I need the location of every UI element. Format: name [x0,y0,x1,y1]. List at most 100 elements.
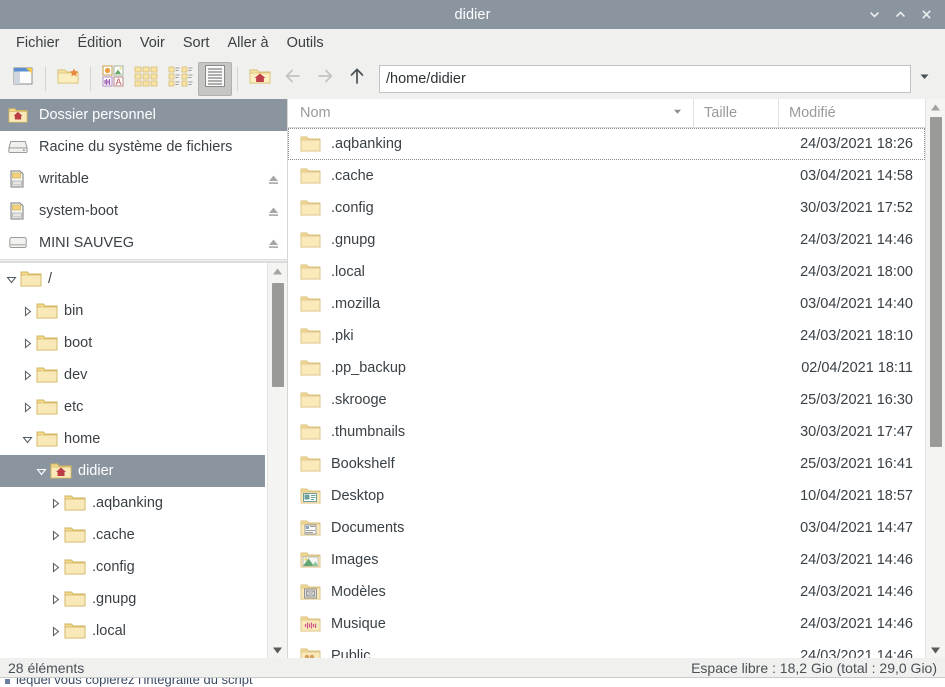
column-header-modified[interactable]: Modifié [778,99,945,128]
file-scroll-down-button[interactable] [926,642,945,658]
expander-expanded-icon[interactable] [18,423,36,455]
menu-fichier[interactable]: Fichier [7,32,69,55]
menu-edition[interactable]: Édition [69,32,131,55]
table-row[interactable]: Bookshelf 25/03/2021 16:41 [288,448,925,480]
expander-collapsed-icon[interactable] [18,359,36,391]
table-row[interactable]: .pki 24/03/2021 18:10 [288,320,925,352]
view-compact-button[interactable] [130,62,164,96]
arrow-up-icon [346,65,368,92]
table-row[interactable]: Documents 03/04/2021 14:47 [288,512,925,544]
close-button[interactable] [913,0,939,29]
folder-icon [20,263,42,295]
eject-button[interactable] [265,173,281,186]
column-header-size[interactable]: Taille [693,99,778,128]
eject-button[interactable] [265,205,281,218]
menu-sort[interactable]: Sort [174,32,219,55]
expander-collapsed-icon[interactable] [46,487,64,519]
tree-item-dev[interactable]: dev [0,359,265,391]
table-row[interactable]: Images 24/03/2021 14:46 [288,544,925,576]
table-row[interactable]: .mozilla 03/04/2021 14:40 [288,288,925,320]
folder-icon [36,423,58,455]
home-button[interactable] [243,62,277,96]
tree-item-bin[interactable]: bin [0,295,265,327]
file-name: Documents [331,520,405,536]
place-dossier-personnel[interactable]: Dossier personnel [0,99,287,131]
background-window-sliver[interactable]: lequel vous copierez l'intégralité du sc… [0,677,945,687]
tree-item-cache[interactable]: .cache [0,519,265,551]
expander-collapsed-icon[interactable] [46,583,64,615]
expander-collapsed-icon[interactable] [18,391,36,423]
table-row[interactable]: .thumbnails 30/03/2021 17:47 [288,416,925,448]
new-window-button[interactable] [6,62,40,96]
file-modified-cell: 03/04/2021 14:58 [800,168,913,184]
tree-scrollbar[interactable] [267,263,287,658]
tree-scroll-down-button[interactable] [268,642,288,658]
expander-collapsed-icon[interactable] [18,295,36,327]
tree-item-boot[interactable]: boot [0,327,265,359]
path-input[interactable]: /home/didier [379,64,911,93]
view-detail-button[interactable] [198,61,232,96]
tree-item-aqbanking[interactable]: .aqbanking [0,487,265,519]
table-row[interactable]: .cache 03/04/2021 14:58 [288,160,925,192]
tree-item-home[interactable]: home [0,423,265,455]
new-folder-button[interactable] [51,62,85,96]
tree-item-config[interactable]: .config [0,551,265,583]
eject-button[interactable] [265,237,281,250]
table-row[interactable]: Public 24/03/2021 14:46 [288,640,925,658]
file-name: .pki [331,328,354,344]
table-row[interactable]: .config 30/03/2021 17:52 [288,192,925,224]
minimize-button[interactable] [861,0,887,29]
tree-item-didier[interactable]: didier [0,455,265,487]
file-scroll-up-button[interactable] [926,99,945,115]
tree-item-local[interactable]: .local [0,615,265,647]
table-row[interactable]: .gnupg 24/03/2021 14:46 [288,224,925,256]
view-icons-button[interactable]: A [96,62,130,96]
file-name-cell: .pki [288,325,693,347]
table-row[interactable]: Modèles 24/03/2021 14:46 [288,576,925,608]
expander-collapsed-icon[interactable] [46,519,64,551]
file-scroll-thumb[interactable] [929,117,942,447]
folder-icon [64,615,86,647]
tree-scroll-up-button[interactable] [268,263,288,279]
up-button[interactable] [341,62,373,96]
menu-outils[interactable]: Outils [278,32,333,55]
tree-scroll-thumb[interactable] [271,283,284,387]
tree-item-gnupg[interactable]: .gnupg [0,583,265,615]
expander-collapsed-icon[interactable] [46,615,64,647]
table-row[interactable]: .local 24/03/2021 18:00 [288,256,925,288]
menu-aller-a[interactable]: Aller à [218,32,277,55]
file-list-scrollbar[interactable] [925,99,945,658]
path-dropdown-button[interactable] [911,62,937,96]
back-button[interactable] [277,62,309,96]
table-row[interactable]: Musique 24/03/2021 14:46 [288,608,925,640]
maximize-button[interactable] [887,0,913,29]
expander-collapsed-icon[interactable] [18,327,36,359]
place-racine-systeme[interactable]: Racine du système de fichiers [0,131,287,163]
tree-item-etc[interactable]: etc [0,391,265,423]
place-system-boot[interactable]: system-boot [0,195,287,227]
expander-expanded-icon[interactable] [32,455,50,487]
place-mini-sauveg[interactable]: MINI SAUVEG [0,227,287,259]
file-name-cell: .config [288,197,693,219]
table-row[interactable]: .aqbanking 24/03/2021 18:26 [288,128,925,160]
column-header-size-label: Taille [704,105,738,121]
expander-collapsed-icon[interactable] [46,551,64,583]
table-row[interactable]: .skrooge 25/03/2021 16:30 [288,384,925,416]
tree-item-root[interactable]: / [0,263,265,295]
file-modified-cell: 03/04/2021 14:40 [800,296,913,312]
file-modified-cell: 25/03/2021 16:41 [800,456,913,472]
file-name: .config [331,200,374,216]
file-name: Public [331,648,371,658]
menu-voir[interactable]: Voir [131,32,174,55]
table-row[interactable]: Desktop 10/04/2021 18:57 [288,480,925,512]
forward-button[interactable] [309,62,341,96]
tree-scroll-track[interactable] [268,279,288,642]
file-name: .mozilla [331,296,381,312]
place-writable[interactable]: writable [0,163,287,195]
view-list-button[interactable] [164,62,198,96]
folder-icon [300,293,322,315]
column-header-name[interactable]: Nom [288,105,693,121]
table-row[interactable]: .pp_backup 02/04/2021 18:11 [288,352,925,384]
expander-expanded-icon[interactable] [2,263,20,295]
file-scroll-track[interactable] [926,115,945,642]
